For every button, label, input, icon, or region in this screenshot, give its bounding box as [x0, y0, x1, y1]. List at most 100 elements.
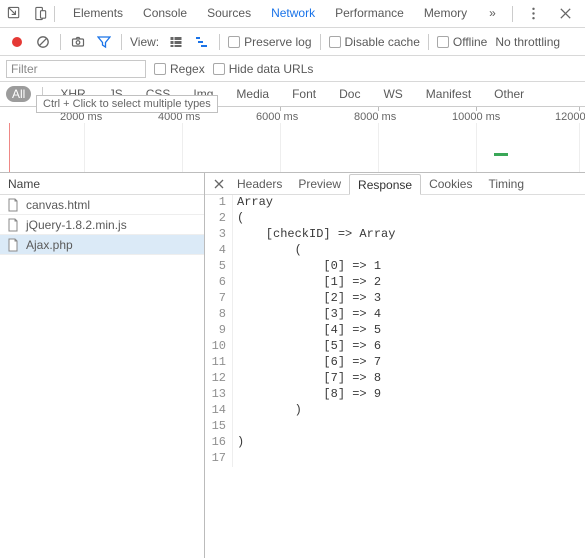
close-detail-icon[interactable]: [209, 173, 229, 194]
type-pill-media[interactable]: Media: [230, 86, 275, 102]
code-line: Array: [233, 195, 273, 211]
regex-input[interactable]: [154, 63, 166, 75]
file-icon: [6, 218, 20, 232]
detail-tab-cookies[interactable]: Cookies: [421, 173, 480, 194]
filter-bar: Regex Hide data URLs: [0, 56, 585, 82]
preserve-log-checkbox[interactable]: Preserve log: [228, 35, 311, 49]
type-tooltip: Ctrl + Click to select multiple types: [36, 95, 218, 113]
line-number: 13: [205, 387, 233, 403]
hide-data-urls-checkbox[interactable]: Hide data URLs: [213, 62, 314, 76]
timeline-overview[interactable]: 2000 ms4000 ms6000 ms8000 ms10000 ms1200…: [0, 107, 585, 173]
line-number: 9: [205, 323, 233, 339]
code-line: (: [233, 243, 302, 259]
preserve-log-label: Preserve log: [244, 35, 311, 49]
code-line: [4] => 5: [233, 323, 381, 339]
line-number: 15: [205, 419, 233, 435]
file-icon: [6, 198, 20, 212]
line-number: 16: [205, 435, 233, 451]
kebab-menu-icon[interactable]: [521, 2, 545, 26]
throttling-select[interactable]: No throttling: [495, 35, 560, 49]
line-number: 2: [205, 211, 233, 227]
detail-pane: HeadersPreviewResponseCookiesTiming 1Arr…: [205, 173, 585, 558]
record-icon[interactable]: [8, 33, 26, 51]
type-pill-other[interactable]: Other: [488, 86, 530, 102]
offline-input[interactable]: [437, 36, 449, 48]
code-line: ): [233, 403, 302, 419]
offline-checkbox[interactable]: Offline: [437, 35, 487, 49]
code-line: [2] => 3: [233, 291, 381, 307]
separator: [428, 34, 429, 50]
filter-icon[interactable]: [95, 33, 113, 51]
line-number: 10: [205, 339, 233, 355]
hide-data-urls-label: Hide data URLs: [229, 62, 314, 76]
separator: [219, 34, 220, 50]
code-line: [0] => 1: [233, 259, 381, 275]
type-pill-doc[interactable]: Doc: [333, 86, 366, 102]
disable-cache-label: Disable cache: [345, 35, 420, 49]
tab-overflow[interactable]: »: [479, 6, 506, 22]
line-number: 6: [205, 275, 233, 291]
regex-label: Regex: [170, 62, 205, 76]
disable-cache-checkbox[interactable]: Disable cache: [329, 35, 420, 49]
detail-tab-timing[interactable]: Timing: [480, 173, 532, 194]
separator: [60, 34, 61, 50]
tab-memory[interactable]: Memory: [414, 0, 477, 27]
timeline-label: 8000 ms: [354, 111, 396, 123]
separator: [320, 34, 321, 50]
detail-tab-headers[interactable]: Headers: [229, 173, 290, 194]
request-row[interactable]: jQuery-1.8.2.min.js: [0, 215, 204, 235]
tab-console[interactable]: Console: [133, 0, 197, 27]
type-pill-font[interactable]: Font: [286, 86, 322, 102]
regex-checkbox[interactable]: Regex: [154, 62, 205, 76]
code-line: [5] => 6: [233, 339, 381, 355]
offline-label: Offline: [453, 35, 487, 49]
separator: [512, 6, 513, 22]
line-number: 1: [205, 195, 233, 211]
overview-icon[interactable]: [193, 33, 211, 51]
capture-screenshots-icon[interactable]: [69, 33, 87, 51]
separator: [121, 34, 122, 50]
large-rows-icon[interactable]: [167, 33, 185, 51]
request-row[interactable]: Ajax.php: [0, 235, 204, 255]
response-body[interactable]: 1Array2(3 [checkID] => Array4 (5 [0] => …: [205, 195, 585, 558]
line-number: 7: [205, 291, 233, 307]
code-line: [233, 419, 237, 435]
timeline-label: 12000: [555, 111, 585, 123]
detail-tab-preview[interactable]: Preview: [290, 173, 349, 194]
type-pill-manifest[interactable]: Manifest: [420, 86, 477, 102]
code-line: [7] => 8: [233, 371, 381, 387]
timeline-label: 10000 ms: [452, 111, 500, 123]
code-line: (: [233, 211, 244, 227]
name-column-header[interactable]: Name: [0, 173, 204, 195]
code-line: [checkID] => Array: [233, 227, 395, 243]
type-pill-all[interactable]: All: [6, 86, 31, 102]
request-row[interactable]: canvas.html: [0, 195, 204, 215]
type-filter-bar: Ctrl + Click to select multiple types Al…: [0, 82, 585, 107]
inspect-icon[interactable]: [2, 2, 26, 26]
file-icon: [6, 238, 20, 252]
detail-tab-response[interactable]: Response: [349, 174, 421, 195]
device-toolbar-icon[interactable]: [28, 2, 52, 26]
line-number: 4: [205, 243, 233, 259]
timeline-label: 6000 ms: [256, 111, 298, 123]
line-number: 5: [205, 259, 233, 275]
filter-input[interactable]: [6, 60, 146, 78]
request-name: canvas.html: [26, 198, 90, 212]
request-name: jQuery-1.8.2.min.js: [26, 218, 127, 232]
tab-performance[interactable]: Performance: [325, 0, 414, 27]
tab-sources[interactable]: Sources: [197, 0, 261, 27]
request-list: canvas.html jQuery-1.8.2.min.js Ajax.php: [0, 195, 204, 558]
disable-cache-input[interactable]: [329, 36, 341, 48]
code-line: [233, 451, 237, 467]
tab-network[interactable]: Network: [261, 0, 325, 27]
close-icon[interactable]: [553, 2, 577, 26]
preserve-log-input[interactable]: [228, 36, 240, 48]
main-tabbar: ElementsConsoleSourcesNetworkPerformance…: [0, 0, 585, 28]
hide-data-urls-input[interactable]: [213, 63, 225, 75]
code-line: [6] => 7: [233, 355, 381, 371]
line-number: 14: [205, 403, 233, 419]
clear-icon[interactable]: [34, 33, 52, 51]
tab-elements[interactable]: Elements: [63, 0, 133, 27]
network-toolbar: View: Preserve log Disable cache Offline…: [0, 28, 585, 56]
type-pill-ws[interactable]: WS: [377, 86, 408, 102]
